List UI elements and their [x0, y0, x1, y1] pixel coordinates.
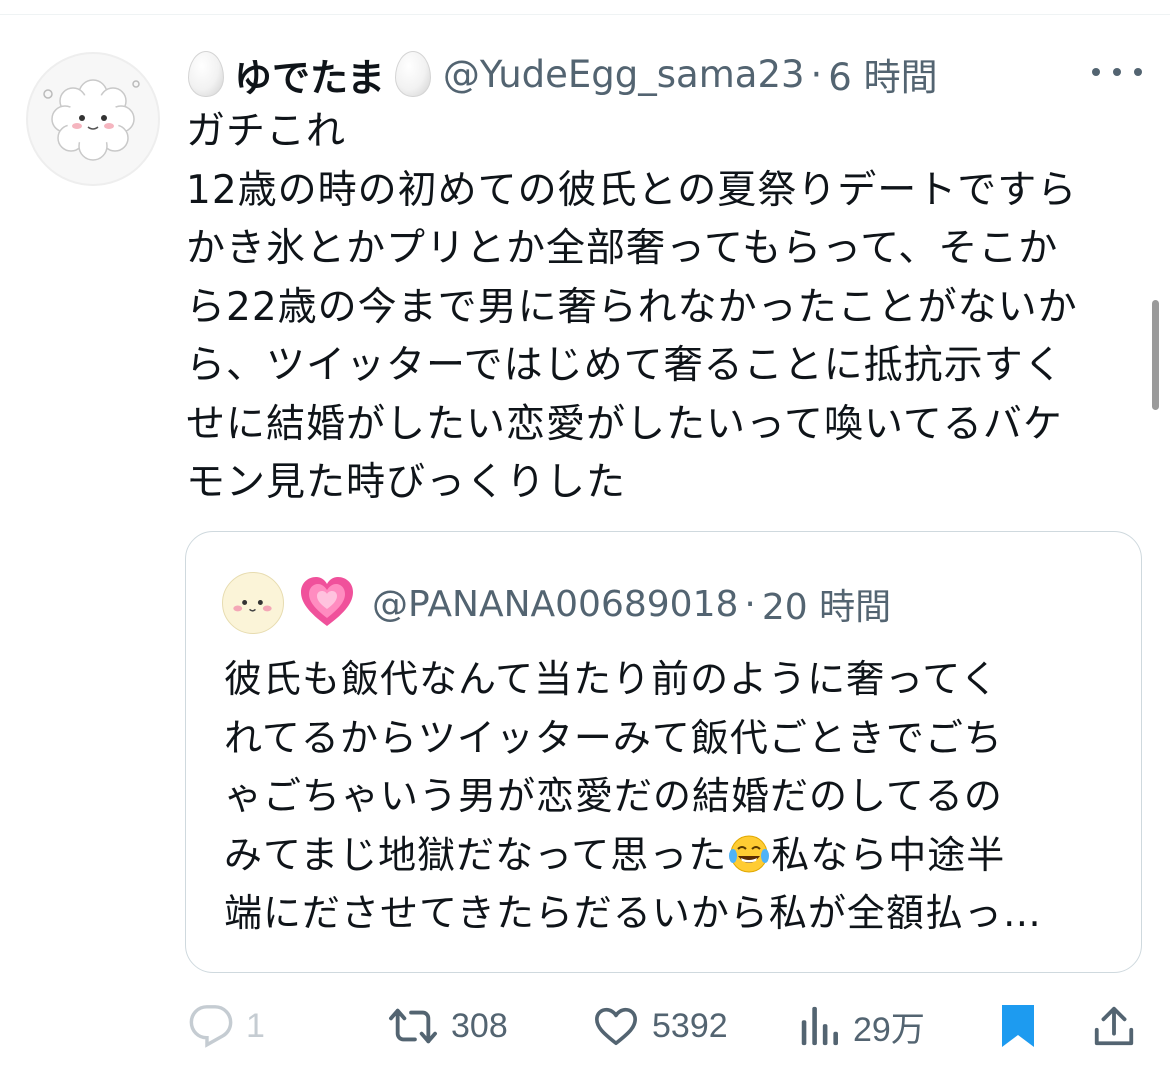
- quoted-user-handle[interactable]: @PANANA00689018: [372, 584, 738, 625]
- egg-emoji-icon: [188, 51, 224, 97]
- bookmark-icon: [1002, 1005, 1034, 1047]
- user-handle[interactable]: @YudeEgg_sama23: [443, 53, 805, 96]
- views-count: 29万: [853, 1010, 925, 1049]
- display-name[interactable]: ゆでたま: [234, 47, 385, 102]
- fluffy-sheep-avatar-icon: [43, 79, 140, 161]
- quoted-tweet-card[interactable]: @PANANA00689018 · 20 時間 彼氏も飯代なんて当たり前のように…: [185, 531, 1142, 973]
- growing-heart-emoji-icon: [301, 577, 353, 626]
- quoted-tweet-text: 彼氏も飯代なんて当たり前のように奢ってく れてるからツイッターみて飯代ごときでご…: [224, 650, 1114, 943]
- share-icon: [1094, 1006, 1134, 1046]
- tears-of-joy-emoji-icon: [729, 835, 770, 872]
- user-avatar[interactable]: [26, 52, 160, 186]
- retweet-button[interactable]: 308: [387, 998, 508, 1054]
- quoted-tweet-header: @PANANA00689018 · 20 時間: [372, 576, 891, 632]
- like-button[interactable]: 5392: [592, 998, 728, 1054]
- separator-dot: ·: [810, 52, 823, 96]
- retweet-count: 308: [451, 1006, 508, 1045]
- tweet-time[interactable]: 6 時間: [828, 47, 937, 101]
- reply-button[interactable]: 1: [188, 998, 265, 1054]
- like-count: 5392: [652, 1006, 728, 1045]
- baby-face-avatar-icon: [233, 600, 272, 612]
- egg-emoji-icon: [394, 51, 431, 97]
- tweet-header: ゆでたま @YudeEgg_sama23 · 6 時間: [188, 44, 938, 104]
- analytics-icon: [801, 1006, 838, 1046]
- scrollbar[interactable]: [1152, 300, 1159, 410]
- quoted-tweet-time[interactable]: 20 時間: [762, 578, 891, 630]
- views-button[interactable]: 29万: [797, 998, 925, 1054]
- more-horizontal-icon[interactable]: [1092, 52, 1142, 92]
- bookmark-button[interactable]: [998, 998, 1038, 1054]
- top-divider: [0, 14, 1170, 15]
- reply-count: 1: [246, 1006, 265, 1045]
- retweet-icon: [389, 1008, 437, 1044]
- reply-icon: [189, 1005, 233, 1048]
- share-button[interactable]: [1092, 998, 1136, 1054]
- separator-dot: ·: [744, 583, 756, 625]
- heart-icon: [595, 1007, 637, 1046]
- quoted-user-avatar[interactable]: [222, 572, 284, 634]
- tweet-text: ガチこれ 12歳の時の初めての彼氏との夏祭りデートですら かき氷とかプリとか全部…: [186, 109, 1078, 505]
